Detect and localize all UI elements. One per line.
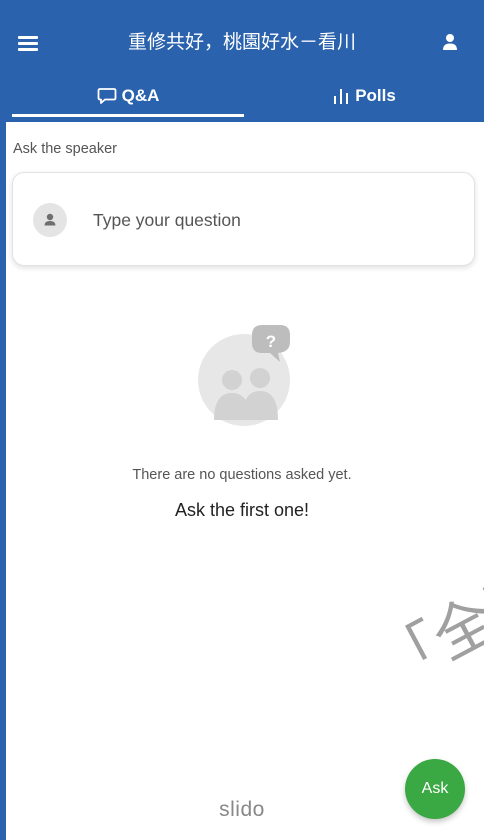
menu-button[interactable]: [16, 33, 42, 53]
ask-speaker-label: Ask the speaker: [13, 141, 117, 157]
bar-chart-icon: [332, 87, 350, 105]
empty-state-illustration: ?: [194, 322, 298, 428]
user-avatar-icon: [44, 213, 56, 226]
empty-state-cta: Ask the first one!: [174, 500, 310, 520]
tab-qa-label: Q&A: [121, 86, 160, 105]
watermark-text: 「全国: [368, 555, 484, 703]
chat-bubble-icon: [97, 87, 117, 105]
ask-button[interactable]: Ask: [405, 759, 465, 819]
tab-polls[interactable]: Polls: [244, 76, 484, 116]
empty-state-message: There are no questions asked yet.: [132, 467, 352, 483]
question-input[interactable]: [93, 203, 453, 237]
event-title: 重修共好，桃園好水－看川: [127, 31, 356, 53]
app-header: 重修共好，桃園好水－看川 Q&A Polls: [0, 0, 484, 122]
frame-left-border: [0, 0, 6, 840]
tab-polls-label: Polls: [355, 86, 396, 105]
active-tab-indicator: [12, 114, 244, 117]
tab-qa[interactable]: Q&A: [12, 76, 244, 116]
svg-text:?: ?: [266, 332, 276, 351]
user-profile-button[interactable]: [436, 31, 464, 53]
avatar: [33, 203, 67, 237]
ask-question-card[interactable]: [12, 172, 475, 266]
people-question-icon: ?: [198, 325, 290, 426]
user-icon: [443, 34, 457, 50]
